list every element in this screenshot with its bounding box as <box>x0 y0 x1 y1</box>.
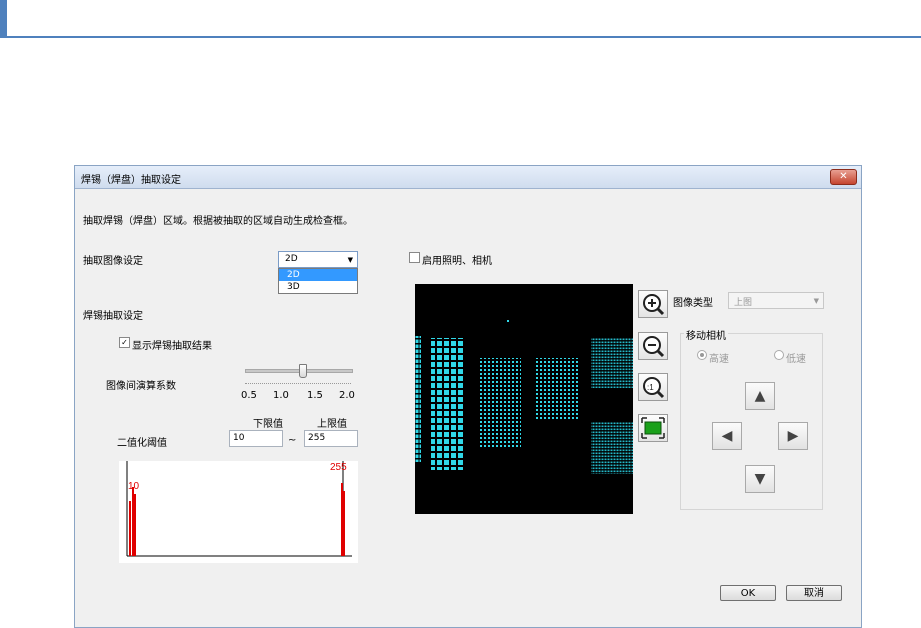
lighting-camera-label: 启用照明、相机 <box>422 256 492 267</box>
move-right-button[interactable]: ▶ <box>778 422 808 450</box>
slider-tick-label: 1.5 <box>307 390 323 401</box>
show-result-label: 显示焊锡抽取结果 <box>132 341 212 352</box>
histogram-lower-label: 10 <box>128 481 140 492</box>
zoom-out-button[interactable] <box>638 332 668 360</box>
upper-limit-header: 上限值 <box>317 419 347 430</box>
header-accent <box>0 0 7 36</box>
move-left-button[interactable]: ◀ <box>712 422 742 450</box>
fit-to-window-button[interactable] <box>638 414 668 442</box>
image-type-label: 图像类型 <box>673 298 713 309</box>
coefficient-slider-thumb[interactable] <box>298 364 307 378</box>
high-speed-label: 高速 <box>709 354 729 365</box>
low-speed-radio[interactable] <box>774 350 784 360</box>
pad-group <box>415 336 421 462</box>
move-down-button[interactable]: ▼ <box>745 465 775 493</box>
svg-text::1: :1 <box>647 383 654 392</box>
extract-image-label: 抽取图像设定 <box>83 256 143 267</box>
slider-tick-marks <box>245 380 351 384</box>
ok-button[interactable]: OK <box>720 585 776 601</box>
camera-image-view[interactable] <box>415 284 633 514</box>
zoom-actual-icon: :1 <box>643 377 665 399</box>
binarize-label: 二值化阈值 <box>117 438 167 449</box>
image-type-select[interactable]: 上图 ▼ <box>728 292 824 309</box>
show-result-checkbox[interactable]: ✓ <box>119 337 130 348</box>
pad-group <box>431 338 465 470</box>
histogram-svg: 10 255 <box>126 461 352 557</box>
zoom-in-icon <box>643 294 665 316</box>
lighting-camera-checkbox[interactable] <box>409 252 420 263</box>
solder-section-label: 焊锡抽取设定 <box>83 311 143 322</box>
slider-tick-label: 1.0 <box>273 390 289 401</box>
pad-group <box>479 358 521 448</box>
close-button[interactable]: ✕ <box>830 169 857 185</box>
fit-window-icon <box>641 417 665 439</box>
dialog-description: 抽取焊锡（焊盘）区域。根据被抽取的区域自动生成检查框。 <box>83 216 353 227</box>
zoom-out-icon <box>643 336 665 358</box>
extract-image-dropdown[interactable]: 2D 3D <box>278 268 358 294</box>
upper-limit-input[interactable]: 255 <box>304 430 358 447</box>
dialog-titlebar: 焊锡（焊盘）抽取设定 ✕ <box>75 166 861 189</box>
coefficient-label: 图像间演算系数 <box>106 381 176 392</box>
histogram-bar <box>134 494 136 556</box>
lower-limit-input[interactable]: 10 <box>229 430 283 447</box>
high-speed-radio[interactable] <box>697 350 707 360</box>
extract-image-select[interactable]: 2D ▼ <box>278 251 358 268</box>
dialog-title: 焊锡（焊盘）抽取设定 <box>81 175 181 186</box>
pad-dot <box>507 320 509 322</box>
image-type-value: 上图 <box>734 298 753 308</box>
pad-group <box>591 338 633 388</box>
range-separator: ~ <box>288 435 297 446</box>
arrow-down-icon: ▼ <box>754 471 766 487</box>
histogram-panel: 10 255 <box>119 461 358 563</box>
slider-tick-label: 2.0 <box>339 390 355 401</box>
solder-extract-dialog: 焊锡（焊盘）抽取设定 ✕ 抽取焊锡（焊盘）区域。根据被抽取的区域自动生成检查框。… <box>74 165 862 628</box>
arrow-right-icon: ▶ <box>787 428 799 444</box>
arrow-up-icon: ▲ <box>754 388 766 404</box>
move-camera-label: 移动相机 <box>684 327 728 342</box>
chevron-down-icon: ▼ <box>813 297 819 305</box>
extract-image-value: 2D <box>285 254 298 264</box>
pad-group <box>534 358 578 420</box>
arrow-left-icon: ◀ <box>721 428 733 444</box>
dropdown-option-2d[interactable]: 2D <box>279 269 357 281</box>
slider-tick-label: 0.5 <box>241 390 257 401</box>
histogram-bar <box>343 491 345 556</box>
zoom-actual-button[interactable]: :1 <box>638 373 668 401</box>
slide-header-bar <box>0 0 921 38</box>
pad-group <box>591 422 633 474</box>
histogram-bar <box>132 487 134 556</box>
low-speed-label: 低速 <box>786 354 806 365</box>
zoom-in-button[interactable] <box>638 290 668 318</box>
solder-pad-image <box>415 320 633 474</box>
lower-limit-header: 下限值 <box>253 419 283 430</box>
move-up-button[interactable]: ▲ <box>745 382 775 410</box>
histogram-upper-label: 255 <box>330 462 347 473</box>
dropdown-option-3d[interactable]: 3D <box>279 281 357 293</box>
histogram-bar <box>341 483 343 556</box>
histogram-bar <box>129 501 131 556</box>
chevron-down-icon: ▼ <box>347 256 353 264</box>
cancel-button[interactable]: 取消 <box>786 585 842 601</box>
